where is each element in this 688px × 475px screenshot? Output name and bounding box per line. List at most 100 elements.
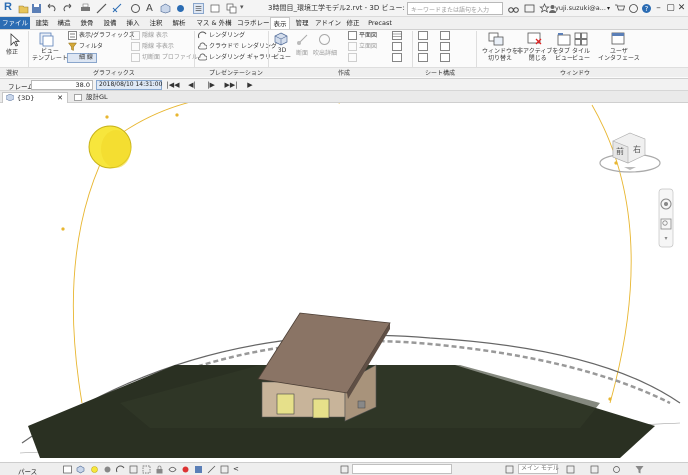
subscription-icon[interactable]	[524, 3, 535, 14]
filters-button[interactable]: フィルタ	[79, 43, 103, 50]
main-model-dropdown[interactable]: メイン モデル	[518, 464, 559, 474]
plan-view-icon[interactable]	[348, 31, 357, 40]
thin-lines-button[interactable]: 細 線	[79, 54, 93, 61]
frame-date-field[interactable]: 2018/08/10 14:31:00	[96, 80, 162, 90]
duplicate-view-icon[interactable]	[392, 53, 402, 62]
house-side-window[interactable]	[357, 400, 366, 409]
revisions-icon[interactable]	[418, 53, 428, 62]
crop-view-icon[interactable]	[129, 465, 138, 474]
user-interface-button[interactable]: ユーザ インタフェース	[598, 48, 640, 62]
customize-dropdown-icon[interactable]: ▾	[240, 3, 251, 14]
app-logo[interactable]: R	[4, 1, 12, 13]
thin-lines-icon[interactable]	[193, 3, 204, 14]
previous-frame-button[interactable]: ◀|	[185, 80, 199, 90]
visibility-graphics-icon[interactable]	[68, 31, 77, 40]
3d-view-button[interactable]: 3D ビュー	[273, 47, 291, 61]
show-hidden-lines-button[interactable]: 隠線 表示	[142, 32, 168, 39]
sun-path-toggle-icon[interactable]	[90, 465, 99, 474]
filters-icon[interactable]	[68, 42, 77, 51]
detail-level-icon[interactable]	[63, 465, 72, 474]
render-button[interactable]: レンダリング	[209, 32, 245, 39]
close-inactive-button[interactable]: 非アクティブを 閉じる	[517, 48, 558, 62]
select-underlay-icon[interactable]	[590, 465, 599, 474]
tab-insert[interactable]: 挿入	[124, 17, 142, 29]
lock-3d-view-icon[interactable]	[155, 465, 164, 474]
binoculars-icon[interactable]	[508, 3, 519, 14]
switch-windows-tool-icon[interactable]	[488, 32, 504, 46]
cut-profile-button[interactable]: 切断面 プロファイル	[142, 54, 198, 61]
tab-collaborate[interactable]: コラボレート	[237, 17, 276, 29]
close-inactive-icon[interactable]	[527, 32, 543, 46]
cloud-render-icon[interactable]	[198, 42, 207, 51]
visual-style-icon[interactable]	[76, 465, 85, 474]
house-window[interactable]	[276, 393, 295, 415]
reveal-hidden-icon[interactable]	[181, 465, 190, 474]
analytical-model-icon[interactable]	[207, 465, 216, 474]
3d-viewport[interactable]: 前 右 ▾	[0, 103, 688, 462]
elevation-icon[interactable]	[348, 42, 357, 51]
tab-massing-site[interactable]: マス & 外構	[193, 17, 235, 29]
viewcube-right-label[interactable]: 右	[633, 144, 641, 154]
select-pinned-icon[interactable]	[612, 465, 621, 474]
render-gallery-button[interactable]: レンダリング ギャラリー	[209, 54, 277, 61]
tab-views-button[interactable]: タブ ビュー	[555, 48, 573, 62]
callout-button[interactable]: 吹出詳細	[313, 50, 337, 57]
tile-views-icon[interactable]	[574, 32, 588, 46]
viewcube-front-label[interactable]: 前	[616, 146, 624, 156]
close-hidden-icon[interactable]	[210, 3, 221, 14]
tab-precast[interactable]: Precast	[366, 17, 394, 29]
tag-icon[interactable]	[130, 3, 141, 14]
house-door[interactable]	[312, 398, 330, 419]
callout-icon[interactable]	[318, 33, 331, 46]
navigation-bar[interactable]: ▾	[658, 188, 674, 248]
plan-view-button[interactable]: 平面図	[359, 32, 377, 39]
close-tab-icon[interactable]: ✕	[57, 93, 63, 103]
modify-cursor-icon[interactable]	[9, 33, 21, 47]
shadows-icon[interactable]	[103, 465, 112, 474]
print-icon[interactable]	[80, 3, 91, 14]
guide-grid-icon[interactable]	[440, 42, 450, 51]
next-frame-button[interactable]: |▶	[204, 80, 218, 90]
render-dialog-icon[interactable]	[116, 465, 125, 474]
section-button[interactable]: 断面	[296, 50, 308, 57]
switch-windows-icon[interactable]	[226, 3, 237, 14]
user-name[interactable]: yuji.suzuki@a...	[555, 4, 606, 12]
section-icon[interactable]	[175, 3, 186, 14]
frame-input[interactable]: 38.0	[31, 80, 93, 90]
dimension-icon[interactable]	[112, 3, 123, 14]
design-options-icon[interactable]	[340, 465, 349, 474]
3d-view-icon[interactable]	[274, 32, 288, 46]
group-select-label[interactable]: 選択	[6, 68, 18, 77]
search-input[interactable]: キーワードまたは語句を入力	[407, 2, 503, 15]
editable-only-icon[interactable]	[505, 465, 514, 474]
exchange-icon[interactable]	[628, 3, 639, 14]
tab-analyze[interactable]: 解析	[170, 17, 188, 29]
redo-icon[interactable]	[62, 3, 73, 14]
cart-icon[interactable]	[614, 3, 625, 14]
last-frame-button[interactable]: ▶▶|	[224, 80, 238, 90]
save-icon[interactable]	[31, 3, 42, 14]
legends-icon[interactable]	[392, 42, 402, 51]
tab-systems[interactable]: 設備	[101, 17, 119, 29]
tab-annotate[interactable]: 注釈	[147, 17, 165, 29]
first-frame-button[interactable]: |◀◀	[166, 80, 180, 90]
crop-region-icon[interactable]	[142, 465, 151, 474]
measure-icon[interactable]	[96, 3, 107, 14]
view-template-icon[interactable]	[39, 32, 54, 47]
close-button[interactable]: ✕	[676, 2, 687, 14]
minimize-button[interactable]: –	[653, 2, 664, 14]
open-icon[interactable]	[18, 3, 29, 14]
tab-views-icon[interactable]	[557, 32, 571, 46]
tab-view[interactable]: 表示	[270, 17, 290, 29]
matchline-icon[interactable]	[440, 53, 450, 62]
tab-steel[interactable]: 鉄骨	[78, 17, 96, 29]
sheet-view-icon[interactable]	[440, 31, 450, 40]
play-button[interactable]: ▶	[243, 80, 257, 90]
visibility-graphics-button[interactable]: 表示/グラフィックス	[79, 32, 135, 39]
help-icon[interactable]: ?	[641, 3, 652, 14]
switch-windows-button[interactable]: ウィンドウを 切り替え	[482, 48, 518, 62]
tab-addins[interactable]: アドイン	[315, 17, 341, 29]
3d-scene[interactable]: 前 右 ▾	[0, 103, 688, 462]
sheet-icon[interactable]	[418, 31, 428, 40]
cloud-render-button[interactable]: クラウドで レンダリング	[209, 43, 277, 50]
